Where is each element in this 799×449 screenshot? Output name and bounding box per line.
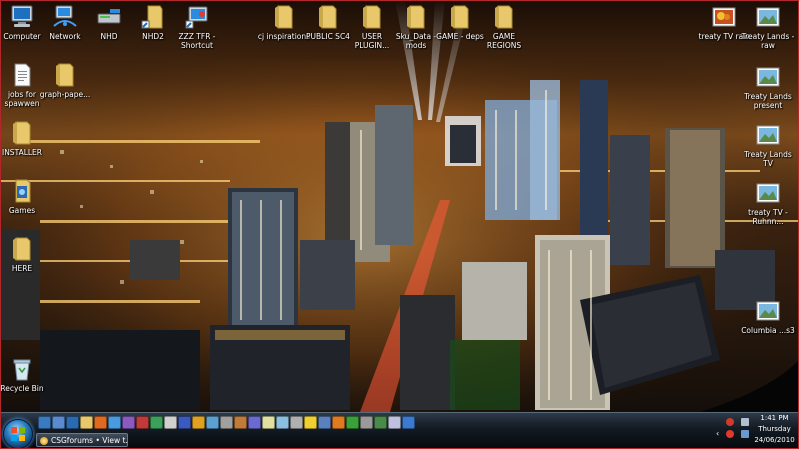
taskbar-button-label: CSGforums • View t...: [51, 436, 128, 445]
security-alert-icon[interactable]: [726, 430, 734, 438]
image-icon: [712, 7, 736, 27]
folder-icon: [451, 5, 469, 29]
star-icon[interactable]: [304, 416, 317, 429]
folder-icon: [363, 5, 381, 29]
media-player-icon[interactable]: [66, 416, 79, 429]
shortcut-icon: [185, 6, 208, 29]
games-icon: [15, 179, 31, 203]
folder-icon: [495, 5, 513, 29]
desktop-icon-here[interactable]: HERE: [0, 236, 49, 273]
desktop-icon-game-regions[interactable]: GAME REGIONS: [477, 4, 531, 50]
app-icon-7[interactable]: [122, 416, 135, 429]
computer-icon: [11, 5, 33, 27]
clock[interactable]: 1:41 PM Thursday 24/06/2010: [750, 413, 799, 446]
app-icon-14[interactable]: [220, 416, 233, 429]
desktop-icon-columbia[interactable]: Columbia ...s3: [741, 298, 795, 335]
windows-logo-icon: [11, 427, 25, 441]
image-icon: [756, 7, 780, 27]
folder-icon: [275, 5, 293, 29]
explorer-icon[interactable]: [80, 416, 93, 429]
desktop-icon-zzz-tfr[interactable]: ZZZ TFR - Shortcut: [170, 4, 224, 50]
desktop-icon-installer[interactable]: INSTALLER: [0, 120, 49, 157]
app-icon-19[interactable]: [290, 416, 303, 429]
folder-icon: [407, 5, 425, 29]
desktop-icon-treaty-lands-present[interactable]: Treaty Lands present: [741, 64, 795, 110]
folder-icon: [319, 5, 337, 29]
desktop: Computer Network NHD NHD2 ZZZ TFR - Shor…: [0, 0, 799, 449]
drive-icon: [97, 9, 121, 24]
app-icon-12[interactable]: [192, 416, 205, 429]
chevron-left-icon[interactable]: ‹: [716, 430, 724, 438]
volume-icon[interactable]: [741, 418, 749, 426]
taskbar: CSGforums • View t... ‹ 1:41 PM Thursday…: [0, 412, 799, 449]
app-icon-18[interactable]: [276, 416, 289, 429]
app-icon-25[interactable]: [374, 416, 387, 429]
network-tray-icon[interactable]: [741, 430, 749, 438]
app-icon-21[interactable]: [318, 416, 331, 429]
app-icon-6[interactable]: [108, 416, 121, 429]
app-icon-9[interactable]: [150, 416, 163, 429]
desktop-icon-games[interactable]: Games: [0, 178, 49, 215]
desktop-icon-treaty-lands-tv[interactable]: Treaty Lands TV: [741, 122, 795, 168]
desktop-icon-recycle-bin[interactable]: Recycle Bin: [0, 356, 49, 393]
app-icon-26[interactable]: [388, 416, 401, 429]
desktop-icon-treaty-tv-ruhnn[interactable]: treaty TV - Ruhnn...: [741, 180, 795, 226]
app-icon-13[interactable]: [206, 416, 219, 429]
quick-launch-bar: [38, 416, 415, 430]
app-icon-8[interactable]: [136, 416, 149, 429]
app-icon-11[interactable]: [178, 416, 191, 429]
app-icon-15[interactable]: [234, 416, 247, 429]
desktop-icon-treaty-lands-raw[interactable]: Treaty Lands - raw: [741, 4, 795, 50]
folder-shortcut-icon: [141, 5, 163, 29]
document-icon: [14, 63, 31, 87]
network-icon: [53, 5, 77, 27]
app-icon-22[interactable]: [332, 416, 345, 429]
app-icon-27[interactable]: [402, 416, 415, 429]
show-desktop-icon[interactable]: [38, 416, 51, 429]
taskbar-button-csgforums[interactable]: CSGforums • View t...: [36, 433, 128, 447]
wallpaper-city-night: [0, 0, 799, 449]
start-button[interactable]: [3, 419, 33, 449]
app-icon-16[interactable]: [248, 416, 261, 429]
desktop-icon-graph-paper[interactable]: graph-pape...: [38, 62, 92, 99]
image-icon: [756, 301, 780, 321]
image-icon: [756, 125, 780, 145]
app-icon-24[interactable]: [360, 416, 373, 429]
tray-close-icon[interactable]: [726, 418, 734, 426]
image-icon: [756, 67, 780, 87]
clock-day: Thursday: [758, 425, 791, 433]
folder-icon: [13, 121, 31, 145]
clock-time: 1:41 PM: [760, 414, 789, 422]
app-icon-10[interactable]: [164, 416, 177, 429]
app-icon-23[interactable]: [346, 416, 359, 429]
app-icon-17[interactable]: [262, 416, 275, 429]
firefox-icon[interactable]: [94, 416, 107, 429]
browser-icon: [40, 437, 48, 445]
folder-icon: [13, 237, 31, 261]
recycle-bin-icon: [13, 359, 31, 381]
switch-windows-icon[interactable]: [52, 416, 65, 429]
image-icon: [756, 183, 780, 203]
folder-icon: [56, 63, 74, 87]
clock-date: 24/06/2010: [754, 436, 795, 444]
